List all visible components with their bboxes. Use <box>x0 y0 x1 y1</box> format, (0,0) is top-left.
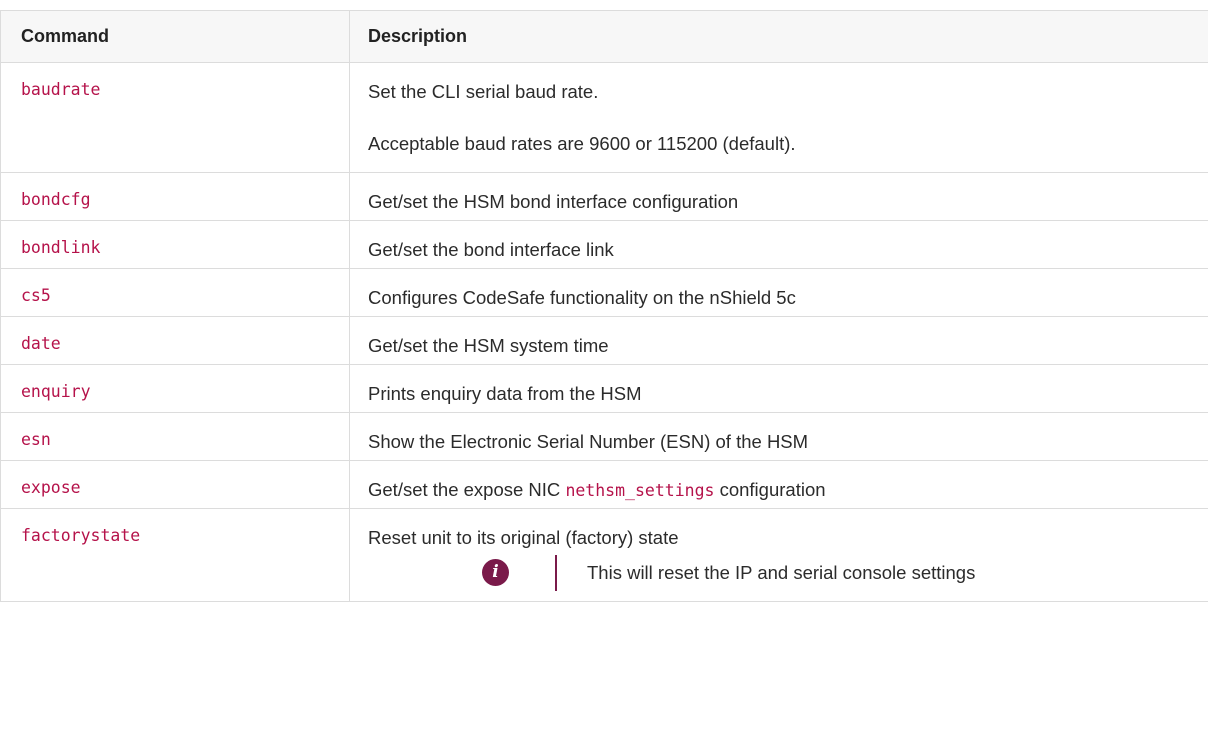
admonition-note: i This will reset the IP and serial cons… <box>368 555 1208 601</box>
description-text: Get/set the HSM bond interface configura… <box>368 191 739 212</box>
table-header: Command Description <box>0 10 1208 63</box>
command-cell: enquiry <box>0 364 350 413</box>
table-row: baudrate Set the CLI serial baud rate. A… <box>0 62 1208 173</box>
description-cell: Get/set the bond interface link <box>349 220 1208 269</box>
info-icon: i <box>482 559 509 586</box>
table-row: cs5 Configures CodeSafe functionality on… <box>0 268 1208 317</box>
description-text: Show the Electronic Serial Number (ESN) … <box>368 431 809 452</box>
table-row: enquiry Prints enquiry data from the HSM <box>0 364 1208 413</box>
description-text: Get/set the expose NIC nethsm_settings c… <box>368 479 1208 502</box>
command-cell: expose <box>0 460 350 509</box>
command-name: expose <box>21 478 81 497</box>
column-header-command: Command <box>0 10 350 63</box>
description-text: Get/set the bond interface link <box>368 239 614 260</box>
note-text: This will reset the IP and serial consol… <box>587 562 976 583</box>
command-name: factorystate <box>21 526 141 545</box>
command-name: bondcfg <box>21 190 91 209</box>
command-name: enquiry <box>21 382 91 401</box>
table-row: factorystate Reset unit to its original … <box>0 508 1208 602</box>
command-name: cs5 <box>21 286 51 305</box>
command-cell: factorystate <box>0 508 350 602</box>
command-cell: esn <box>0 412 350 461</box>
command-cell: bondcfg <box>0 172 350 221</box>
commands-table: Command Description baudrate Set the CLI… <box>0 10 1208 602</box>
command-name: date <box>21 334 61 353</box>
description-cell: Get/set the expose NIC nethsm_settings c… <box>349 460 1208 509</box>
header-row: Command Description <box>0 10 1208 63</box>
command-name: bondlink <box>21 238 101 257</box>
description-cell: Show the Electronic Serial Number (ESN) … <box>349 412 1208 461</box>
inline-code: nethsm_settings <box>565 481 715 500</box>
description-text: Prints enquiry data from the HSM <box>368 383 642 404</box>
description-text-before: Get/set the expose NIC <box>368 479 566 500</box>
command-cell: cs5 <box>0 268 350 317</box>
table-row: esn Show the Electronic Serial Number (E… <box>0 412 1208 461</box>
table-row: expose Get/set the expose NIC nethsm_set… <box>0 460 1208 509</box>
description-cell: Configures CodeSafe functionality on the… <box>349 268 1208 317</box>
description-text: Get/set the HSM system time <box>368 335 609 356</box>
description-cell: Get/set the HSM bond interface configura… <box>349 172 1208 221</box>
description-cell: Get/set the HSM system time <box>349 316 1208 365</box>
description-cell: Prints enquiry data from the HSM <box>349 364 1208 413</box>
command-cell: date <box>0 316 350 365</box>
description-text: Set the CLI serial baud rate. <box>368 81 599 102</box>
table-row: date Get/set the HSM system time <box>0 316 1208 365</box>
description-cell: Set the CLI serial baud rate. Acceptable… <box>349 62 1208 173</box>
command-name: esn <box>21 430 51 449</box>
table-row: bondcfg Get/set the HSM bond interface c… <box>0 172 1208 221</box>
command-cell: bondlink <box>0 220 350 269</box>
description-cell: Reset unit to its original (factory) sta… <box>349 508 1208 602</box>
table-row: bondlink Get/set the bond interface link <box>0 220 1208 269</box>
description-text-after: configuration <box>714 479 826 500</box>
note-divider <box>555 555 557 591</box>
description-text: Configures CodeSafe functionality on the… <box>368 287 796 308</box>
command-name: baudrate <box>21 80 101 99</box>
description-text: Reset unit to its original (factory) sta… <box>368 527 679 548</box>
column-header-description: Description <box>349 10 1208 63</box>
command-cell: baudrate <box>0 62 350 173</box>
description-extra-text: Acceptable baud rates are 9600 or 115200… <box>368 133 796 154</box>
